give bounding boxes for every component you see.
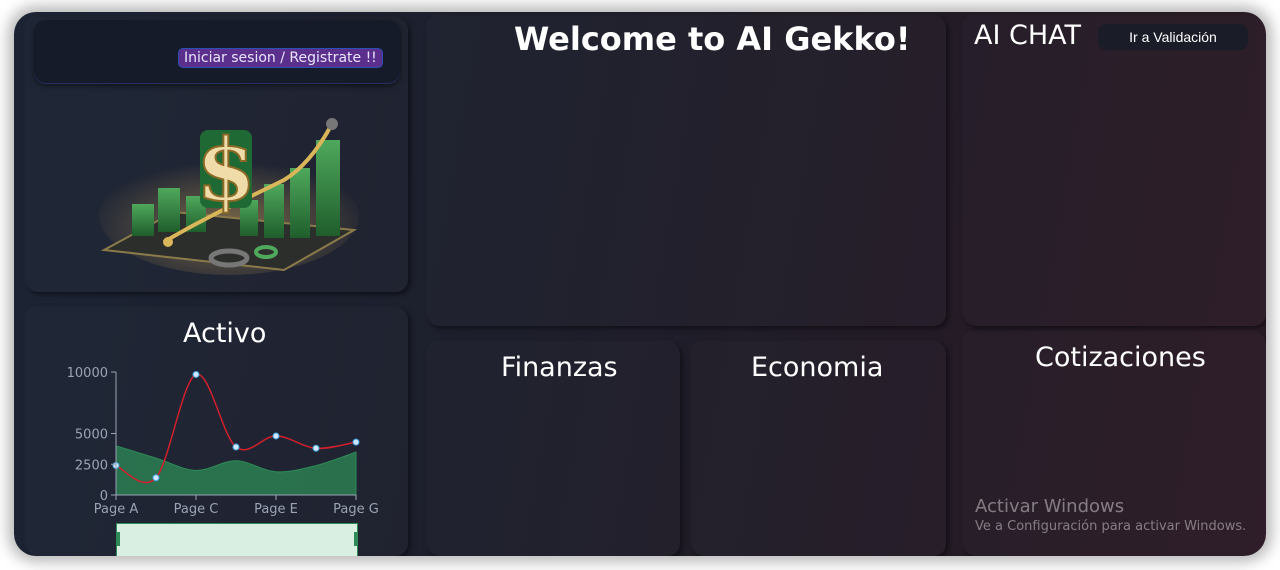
- x-tick-label-0: Page A: [94, 502, 139, 517]
- line-point-6: [352, 438, 360, 446]
- finanzas-title: Finanzas: [501, 352, 618, 383]
- line-point-3: [232, 443, 240, 451]
- brush-handle-right[interactable]: [354, 532, 357, 546]
- cotizaciones-title: Cotizaciones: [1035, 342, 1206, 373]
- y-tick-label-2: 5000: [75, 428, 108, 443]
- line-point-2: [192, 370, 200, 378]
- app-frame: Iniciar sesion / Registrate !! $ Activo …: [14, 12, 1266, 556]
- x-tick-label-3: Page G: [333, 502, 379, 517]
- area-series: [115, 445, 357, 496]
- welcome-title: Welcome to AI Gekko!: [514, 20, 911, 58]
- watermark-subtitle: Ve a Configuración para activar Windows.: [975, 519, 1247, 534]
- windows-activation-watermark: Activar Windows Ve a Configuración para …: [975, 496, 1246, 534]
- brush-handle-left[interactable]: [117, 532, 120, 546]
- validation-button[interactable]: Ir a Validación: [1098, 24, 1248, 50]
- welcome-panel: [428, 16, 946, 326]
- line-point-4: [272, 432, 280, 440]
- activo-chart: 02500500010000Page A Page C Page E Page G: [67, 366, 379, 517]
- x-tick-label-2: Page E: [254, 502, 298, 517]
- line-point-1: [152, 474, 160, 482]
- chart-brush[interactable]: [116, 523, 358, 556]
- line-point-5: [312, 444, 320, 452]
- economia-title: Economia: [751, 352, 884, 383]
- chat-panel: [964, 16, 1266, 326]
- y-tick-label-3: 10000: [67, 366, 108, 381]
- chat-title: AI CHAT: [974, 20, 1082, 51]
- x-tick-label-1: Page C: [174, 502, 219, 517]
- watermark-title: Activar Windows: [975, 496, 1125, 517]
- y-tick-label-1: 2500: [75, 458, 108, 473]
